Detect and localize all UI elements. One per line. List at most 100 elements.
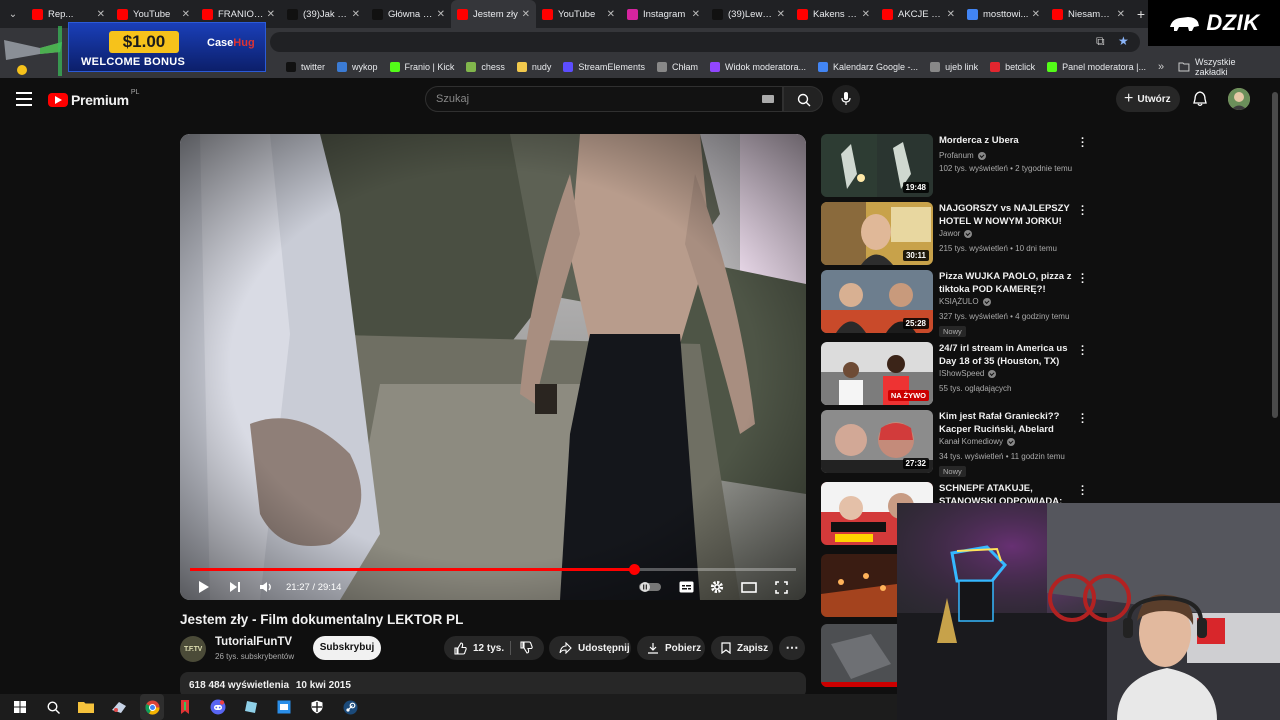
rec-thumbnail-7[interactable] xyxy=(821,554,897,617)
subscribe-button[interactable]: Subskrybuj xyxy=(313,636,381,660)
settings-gear-icon[interactable] xyxy=(708,578,726,596)
scrollbar-thumb[interactable] xyxy=(1272,92,1278,418)
subtitles-icon[interactable] xyxy=(677,578,695,596)
recommendation-item[interactable]: 19:48 Morderca z Ubera Profanum 102 tys. wy… xyxy=(821,134,1091,198)
rec-more-options-icon[interactable]: · · · xyxy=(1081,342,1085,361)
save-button[interactable]: Zapisz xyxy=(711,636,773,660)
search-input[interactable] xyxy=(426,87,746,111)
steam-icon[interactable] xyxy=(338,694,362,720)
tab-close-icon[interactable]: ✕ xyxy=(777,9,785,20)
bookmark-item[interactable]: chess xyxy=(466,62,505,72)
progress-bar[interactable] xyxy=(190,564,796,575)
rec-channel[interactable]: Kanał Komediowy xyxy=(939,437,1016,446)
security-shield-icon[interactable] xyxy=(305,694,329,720)
promo-banner[interactable]: $1.00 WELCOME BONUS CaseHug xyxy=(68,22,266,72)
video-player[interactable]: 21:27 / 29:14 xyxy=(180,134,806,600)
rec-channel[interactable]: Jawor xyxy=(939,229,973,238)
rec-channel[interactable]: KSIĄŻULO xyxy=(939,297,991,306)
browser-tab[interactable]: (39)Lewan...✕ xyxy=(706,0,791,28)
fullscreen-icon[interactable] xyxy=(772,578,790,596)
rec-title[interactable]: Pizza WUJKA PAOLO, pizza z tiktoka POD K… xyxy=(939,270,1077,296)
taskbar-search-icon[interactable] xyxy=(41,694,65,720)
rec-title[interactable]: Kim jest Rafał Graniecki?? Kacper Rucińs… xyxy=(939,410,1077,437)
search-button[interactable] xyxy=(783,86,823,112)
rec-more-options-icon[interactable]: · · · xyxy=(1081,270,1085,289)
next-video-icon[interactable] xyxy=(227,578,243,596)
bookmark-item[interactable]: Widok moderatora... xyxy=(709,62,806,72)
recommendation-item[interactable]: 25:28 Pizza WUJKA PAOLO, pizza z tiktoka … xyxy=(821,270,1091,337)
bookmark-item[interactable]: ujeb link xyxy=(930,62,978,72)
channel-name[interactable]: TutorialFunTV xyxy=(215,636,292,648)
app-icon-1[interactable] xyxy=(107,694,131,720)
chrome-icon[interactable] xyxy=(140,694,164,720)
browser-tab[interactable]: Kakens tw...✕ xyxy=(791,0,876,28)
bookmark-item[interactable]: Franio | Kick xyxy=(389,62,454,72)
volume-icon[interactable] xyxy=(258,578,274,596)
discord-icon[interactable] xyxy=(206,694,230,720)
autoplay-toggle[interactable] xyxy=(638,578,662,596)
bookmark-item[interactable]: StreamElements xyxy=(563,62,645,72)
rec-title[interactable]: 24/7 irl stream in America us Day 18 of … xyxy=(939,342,1077,368)
bookmark-item[interactable]: Chłam xyxy=(656,62,698,72)
rec-more-options-icon[interactable]: · · · xyxy=(1081,410,1085,429)
rec-more-options-icon[interactable]: · · · xyxy=(1081,134,1085,153)
dislike-button[interactable] xyxy=(520,641,539,657)
rec-more-options-icon[interactable]: · · · xyxy=(1081,202,1085,221)
rec-channel[interactable]: Profanum xyxy=(939,151,986,160)
notifications-bell-icon[interactable] xyxy=(1193,91,1207,112)
keyboard-icon[interactable] xyxy=(762,95,774,103)
bookmark-item[interactable]: twitter xyxy=(285,62,325,72)
rec-thumbnail[interactable]: NA ŻYWO xyxy=(821,342,933,405)
account-avatar[interactable] xyxy=(1228,88,1250,110)
rec-thumbnail[interactable]: 19:48 xyxy=(821,134,933,197)
play-icon[interactable] xyxy=(196,578,212,596)
file-explorer-icon[interactable] xyxy=(74,694,98,720)
tab-close-icon[interactable]: ✕ xyxy=(607,9,615,20)
tab-close-icon[interactable]: ✕ xyxy=(437,9,445,20)
rec-thumbnail[interactable]: 30:11 xyxy=(821,202,933,265)
bookmark-item[interactable]: wykop xyxy=(337,62,378,72)
channel-avatar[interactable]: T.F.TV xyxy=(180,636,206,662)
rec-thumbnail[interactable]: 27:32 xyxy=(821,410,933,473)
rec-title[interactable]: Morderca z Ubera xyxy=(939,134,1077,147)
download-button[interactable]: Pobierz xyxy=(637,636,705,660)
browser-tab[interactable]: Niesamow...✕ xyxy=(1046,0,1131,28)
rec-title[interactable]: NAJGORSZY vs NAJLEPSZY HOTEL W NOWYM JOR… xyxy=(939,202,1077,229)
all-bookmarks-folder[interactable]: Wszystkie zakładki xyxy=(1178,57,1270,77)
browser-tab[interactable]: AKCJE VIP...✕ xyxy=(876,0,961,28)
like-button[interactable]: 12 tys. xyxy=(454,641,504,655)
rec-more-options-icon[interactable]: · · · xyxy=(1081,482,1085,501)
tab-close-icon[interactable]: ✕ xyxy=(947,9,955,20)
tab-close-icon[interactable]: ✕ xyxy=(1032,9,1040,20)
recommendation-item[interactable]: 27:32 Kim jest Rafał Graniecki?? Kacper R… xyxy=(821,410,1091,477)
app-icon-tablet[interactable] xyxy=(239,694,263,720)
app-icon-window[interactable] xyxy=(272,694,296,720)
theater-mode-icon[interactable] xyxy=(740,578,758,596)
rec-thumbnail-8[interactable] xyxy=(821,624,897,687)
bookmark-item[interactable]: betclick xyxy=(990,62,1035,72)
browser-tab[interactable]: (39)Jak po...✕ xyxy=(281,0,366,28)
share-button[interactable]: Udostępnij xyxy=(549,636,631,660)
tab-close-icon[interactable]: ✕ xyxy=(1117,9,1125,20)
menu-hamburger-icon[interactable] xyxy=(16,92,32,106)
bookmark-item[interactable]: nudy xyxy=(516,62,551,72)
bookmark-star-icon[interactable]: ★ xyxy=(1118,34,1129,48)
install-app-icon[interactable]: ⧉ xyxy=(1096,34,1105,49)
windows-start-icon[interactable] xyxy=(8,694,32,720)
browser-tab[interactable]: Instagram ✕ xyxy=(621,0,706,28)
tab-close-icon[interactable]: ✕ xyxy=(692,9,700,20)
tab-close-icon[interactable]: ✕ xyxy=(522,9,530,20)
more-actions-icon[interactable]: ⋯ xyxy=(779,636,805,660)
bookmarks-overflow-chevron-icon[interactable]: » xyxy=(1158,61,1164,73)
browser-tab[interactable]: Jestem zły ✕ xyxy=(451,0,536,28)
recommendation-item[interactable]: 30:11 NAJGORSZY vs NAJLEPSZY HOTEL W NOWY… xyxy=(821,202,1091,266)
recommendation-item[interactable]: NA ŻYWO 24/7 irl stream in America us Day… xyxy=(821,342,1091,406)
youtube-premium-logo[interactable]: Premium PL xyxy=(48,89,139,108)
rec-channel[interactable]: IShowSpeed xyxy=(939,369,997,378)
bookmark-item[interactable]: Kalendarz Google -... xyxy=(818,62,918,72)
voice-search-button[interactable] xyxy=(832,85,860,113)
create-button[interactable]: + Utwórz xyxy=(1116,86,1180,112)
browser-tab[interactable]: mosttowi... ✕ xyxy=(961,0,1046,28)
tab-close-icon[interactable]: ✕ xyxy=(352,9,360,20)
address-bar[interactable] xyxy=(270,32,1140,52)
